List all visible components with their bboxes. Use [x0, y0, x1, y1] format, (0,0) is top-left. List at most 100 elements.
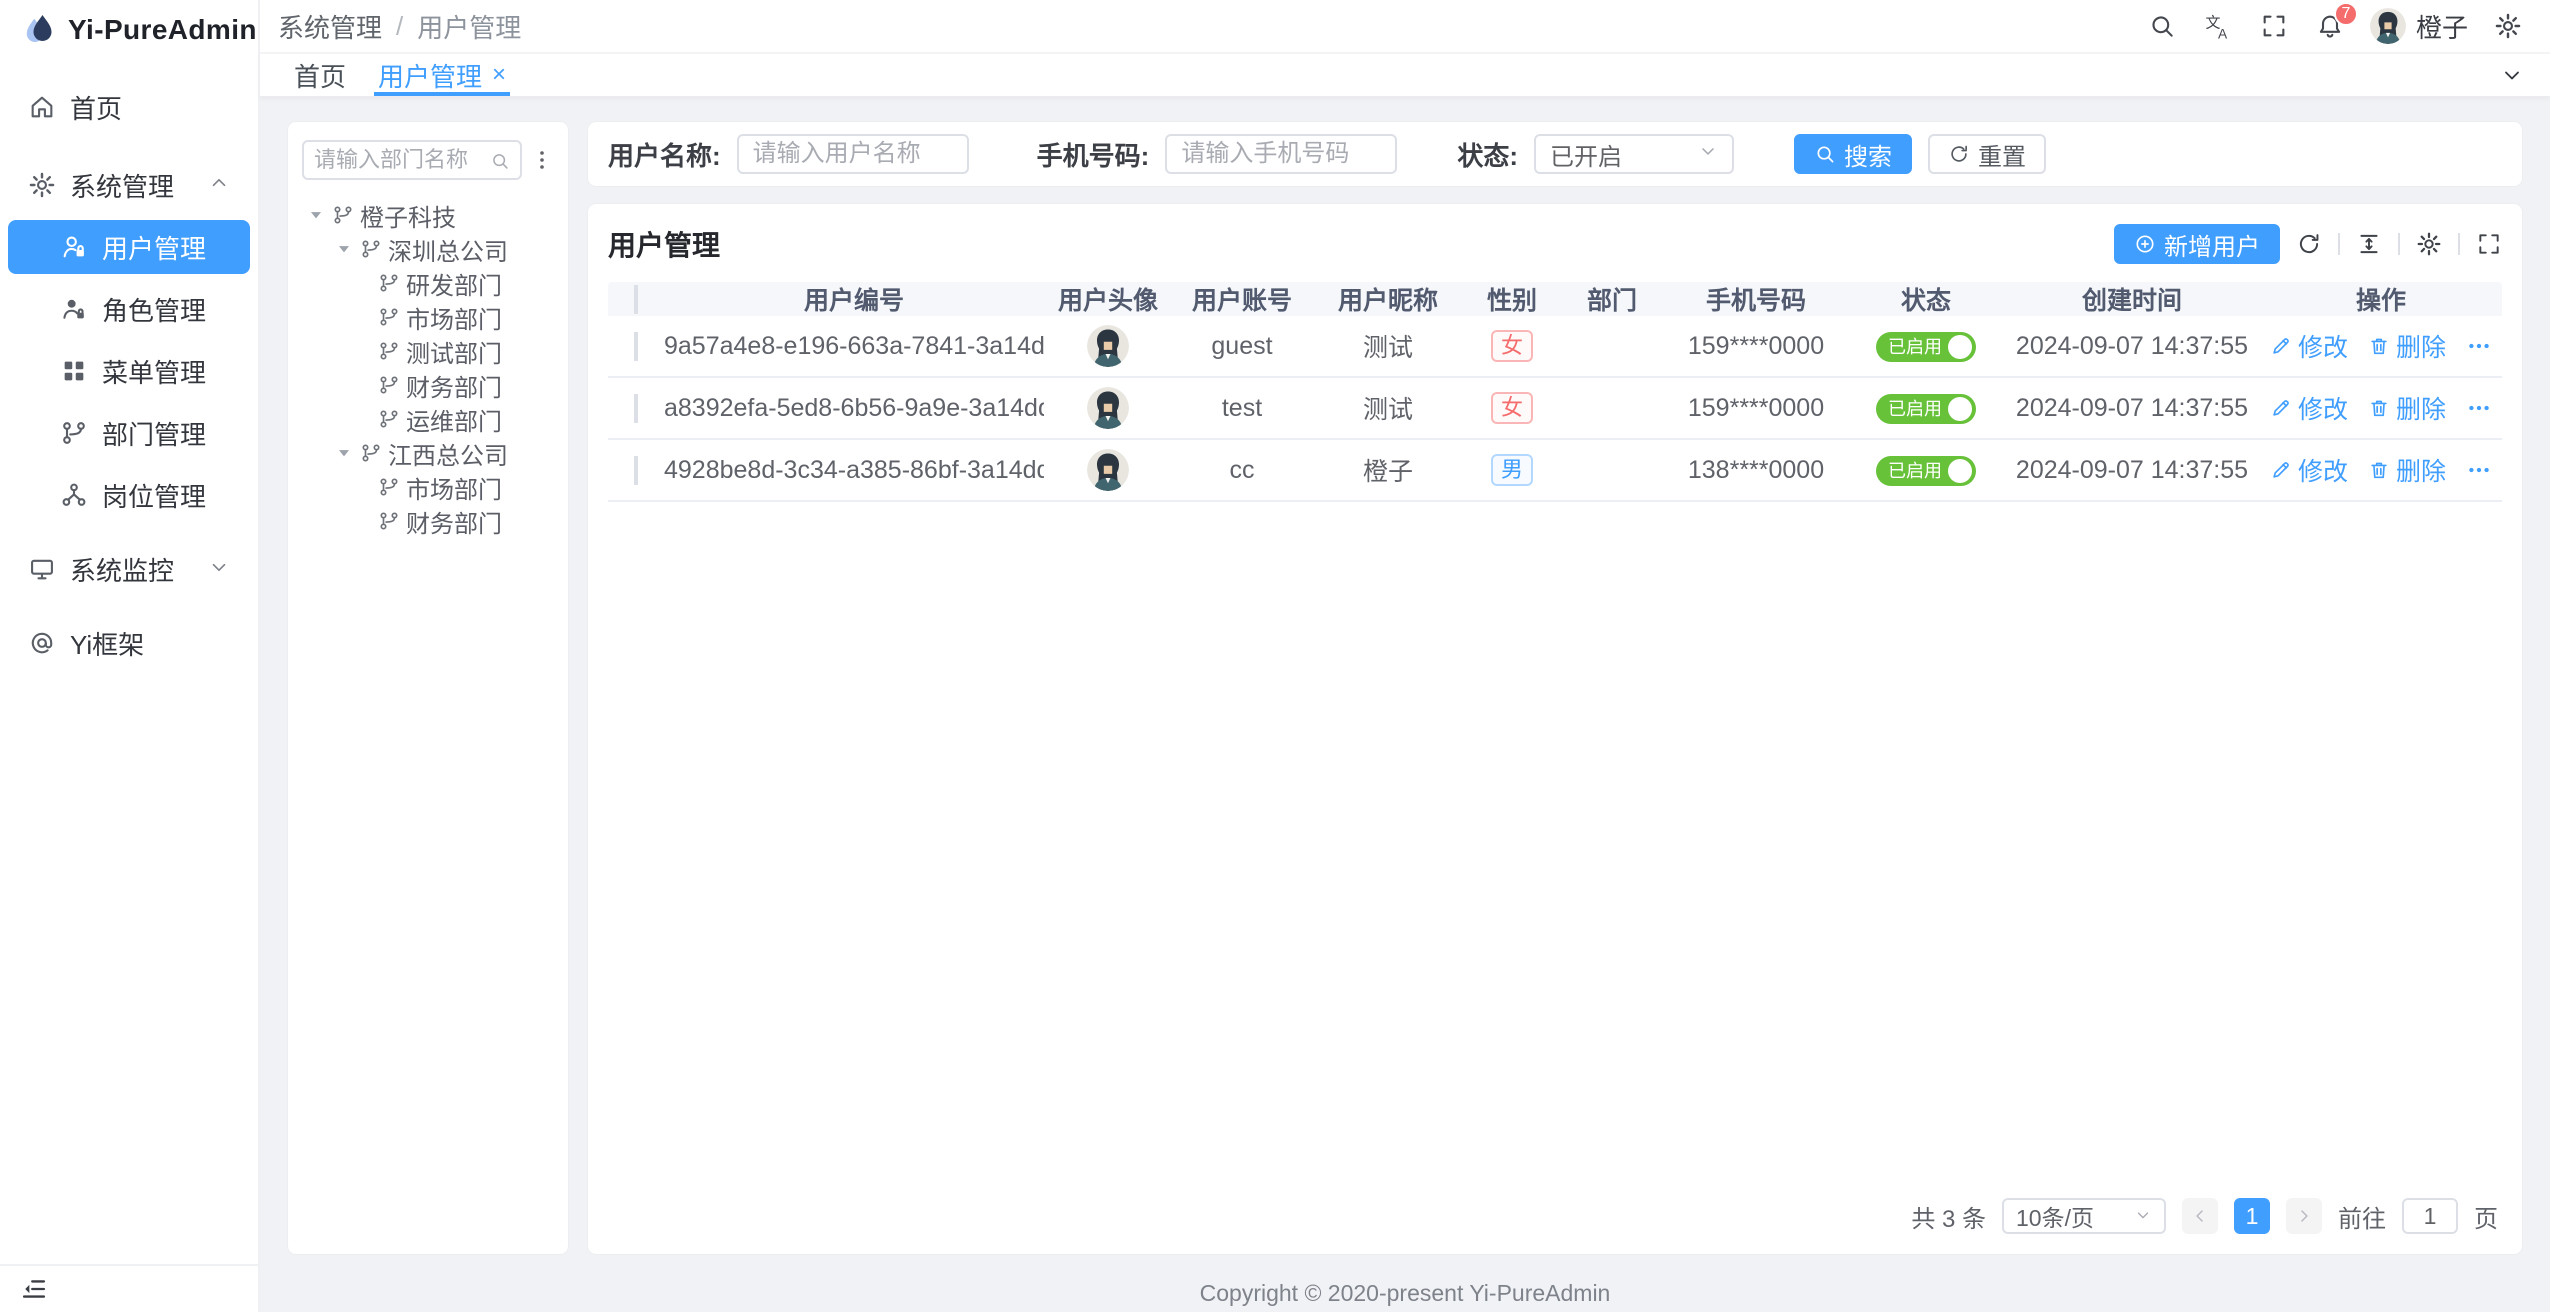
chevron-down-icon [2134, 1203, 2152, 1230]
page-size-select[interactable]: 10条/页 [2002, 1198, 2166, 1234]
toolbar-divider [2338, 233, 2340, 255]
refresh-table-icon[interactable] [2296, 231, 2322, 257]
tree-node-label: 市场部门 [406, 300, 502, 335]
prev-page-button[interactable] [2182, 1198, 2218, 1234]
tab-user-mgmt[interactable]: 用户管理 × [362, 54, 522, 96]
phone-input[interactable] [1165, 134, 1397, 174]
notification-bell-icon[interactable]: 7 [2306, 2, 2354, 50]
table-fullscreen-icon[interactable] [2476, 231, 2502, 257]
col-header: 性别 [1464, 281, 1560, 317]
avatar [1087, 449, 1129, 491]
delete-link[interactable]: 删除 [2368, 452, 2446, 488]
tree-node[interactable]: 测试部门 [302, 334, 554, 368]
home-icon [28, 93, 56, 121]
branch-icon [378, 374, 400, 396]
tree-node[interactable]: 运维部门 [302, 402, 554, 436]
app-title: Yi-PureAdmin [68, 14, 257, 46]
column-settings-icon[interactable] [2416, 231, 2442, 257]
pencil-icon [2270, 397, 2292, 419]
row-checkbox[interactable] [634, 456, 638, 485]
goto-page-input[interactable] [2402, 1198, 2458, 1234]
caret-down-icon[interactable] [306, 205, 326, 225]
sidebar-item-label: 首页 [70, 89, 122, 126]
collapse-sidebar-icon[interactable] [20, 1275, 48, 1303]
user-menu[interactable]: 橙子 [2362, 8, 2476, 45]
edit-link[interactable]: 修改 [2270, 328, 2348, 364]
sidebar-item-home[interactable]: 首页 [8, 80, 250, 134]
edit-link[interactable]: 修改 [2270, 390, 2348, 426]
status-toggle[interactable]: 已启用 [1876, 456, 1976, 486]
delete-link[interactable]: 删除 [2368, 328, 2446, 364]
tree-node[interactable]: 深圳总公司 [302, 232, 554, 266]
breadcrumb-page: 用户管理 [417, 8, 521, 45]
cell-phone: 159****0000 [1664, 394, 1848, 423]
translate-icon[interactable] [2194, 2, 2242, 50]
sidebar-item-label: 菜单管理 [102, 353, 206, 390]
row-checkbox[interactable] [634, 394, 638, 423]
search-button[interactable]: 搜索 [1794, 134, 1912, 174]
pagination-total: 共 3 条 [1911, 1199, 1986, 1234]
edit-link[interactable]: 修改 [2270, 452, 2348, 488]
more-actions-icon[interactable] [2466, 333, 2492, 359]
settings-gear-icon[interactable] [2484, 2, 2532, 50]
sidebar-item-system[interactable]: 系统管理 [8, 158, 250, 212]
trash-icon [2368, 459, 2390, 481]
gender-tag: 男 [1491, 454, 1533, 486]
notification-badge: 7 [2334, 2, 2358, 26]
tree-node[interactable]: 市场部门 [302, 300, 554, 334]
table-empty-space [608, 502, 2502, 1186]
tree-node[interactable]: 财务部门 [302, 368, 554, 402]
tree-more-icon[interactable] [530, 148, 554, 172]
reset-button[interactable]: 重置 [1928, 134, 2046, 174]
fullscreen-icon[interactable] [2250, 2, 2298, 50]
breadcrumb-separator: / [396, 11, 403, 42]
caret-down-icon[interactable] [334, 239, 354, 259]
tree-node[interactable]: 研发部门 [302, 266, 554, 300]
row-checkbox[interactable] [634, 332, 638, 361]
status-toggle[interactable]: 已启用 [1876, 394, 1976, 424]
breadcrumb-section[interactable]: 系统管理 [278, 8, 382, 45]
name-input[interactable] [737, 134, 969, 174]
add-user-button[interactable]: 新增用户 [2114, 224, 2280, 264]
tab-actions-dropdown[interactable] [2492, 54, 2532, 96]
branch-icon [360, 442, 382, 464]
close-tab-icon[interactable]: × [492, 61, 506, 89]
sidebar-item-user-mgmt[interactable]: 用户管理 [8, 220, 250, 274]
branch-icon [378, 272, 400, 294]
tree-node[interactable]: 市场部门 [302, 470, 554, 504]
status-toggle[interactable]: 已启用 [1876, 332, 1976, 362]
cell-uid: a8392efa-5ed8-6b56-9a9e-3a14dd60f4c8 [664, 394, 1044, 423]
sidebar-menu: 首页 系统管理 用户管理 角色管理 菜单管理 部门管理 [0, 60, 258, 1264]
caret-down-icon[interactable] [334, 443, 354, 463]
cell-account: test [1172, 394, 1312, 423]
page-number-button[interactable]: 1 [2234, 1198, 2270, 1234]
next-page-button[interactable] [2286, 1198, 2322, 1234]
cell-nickname: 测试 [1312, 328, 1464, 364]
sidebar-item-framework[interactable]: Yi框架 [8, 616, 250, 670]
sidebar-item-role-mgmt[interactable]: 角色管理 [8, 282, 250, 336]
tree-node[interactable]: 江西总公司 [302, 436, 554, 470]
sidebar-item-monitor[interactable]: 系统监控 [8, 542, 250, 596]
sidebar-item-post-mgmt[interactable]: 岗位管理 [8, 468, 250, 522]
select-all-checkbox[interactable] [634, 285, 638, 314]
sidebar-item-menu-mgmt[interactable]: 菜单管理 [8, 344, 250, 398]
sidebar-item-dept-mgmt[interactable]: 部门管理 [8, 406, 250, 460]
sidebar-item-label: 部门管理 [102, 415, 206, 452]
status-select[interactable]: 已开启 [1534, 134, 1734, 174]
cell-created: 2024-09-07 14:37:55 [2004, 456, 2260, 485]
tree-node[interactable]: 财务部门 [302, 504, 554, 538]
tab-bar: 首页 用户管理 × [260, 52, 2550, 98]
branch-icon [378, 408, 400, 430]
gender-tag: 女 [1491, 392, 1533, 424]
density-icon[interactable] [2356, 231, 2382, 257]
more-actions-icon[interactable] [2466, 457, 2492, 483]
at-sign-icon [28, 629, 56, 657]
delete-link[interactable]: 删除 [2368, 390, 2446, 426]
more-actions-icon[interactable] [2466, 395, 2492, 421]
dept-search-input[interactable] [314, 147, 482, 173]
tree-node[interactable]: 橙子科技 [302, 198, 554, 232]
search-icon[interactable] [2138, 2, 2186, 50]
logo[interactable]: Yi-PureAdmin [0, 0, 258, 60]
tab-home[interactable]: 首页 [278, 54, 362, 96]
sidebar: Yi-PureAdmin 首页 系统管理 用户管理 角色管理 菜单 [0, 0, 260, 1312]
